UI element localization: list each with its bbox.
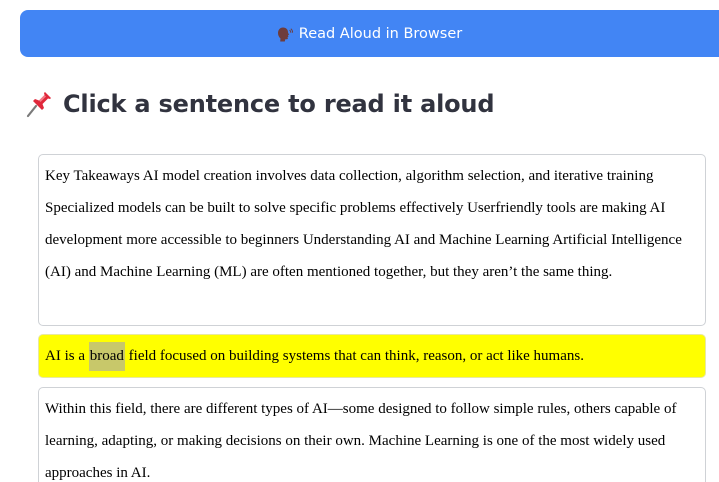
- read-aloud-label: Read Aloud in Browser: [298, 25, 463, 42]
- sentence-text: Key Takeaways AI model creation involves…: [45, 168, 682, 280]
- page-title: Click a sentence to read it aloud: [63, 90, 495, 118]
- sentence-text-before: AI is a: [45, 348, 89, 364]
- read-aloud-button[interactable]: Read Aloud in Browser: [20, 10, 719, 57]
- sentence-block[interactable]: Within this field, there are different t…: [38, 387, 706, 482]
- page-heading: Click a sentence to read it aloud: [24, 84, 494, 124]
- speaking-head-icon: [277, 27, 293, 41]
- pushpin-icon: [26, 92, 51, 118]
- current-word-highlight: broad: [88, 342, 125, 371]
- sentence-block-active[interactable]: AI is a broad field focused on building …: [38, 334, 706, 378]
- sentence-text-after: field focused on building systems that c…: [124, 348, 584, 364]
- sentence-text: Within this field, there are different t…: [45, 401, 677, 481]
- sentence-block[interactable]: Key Takeaways AI model creation involves…: [38, 154, 706, 326]
